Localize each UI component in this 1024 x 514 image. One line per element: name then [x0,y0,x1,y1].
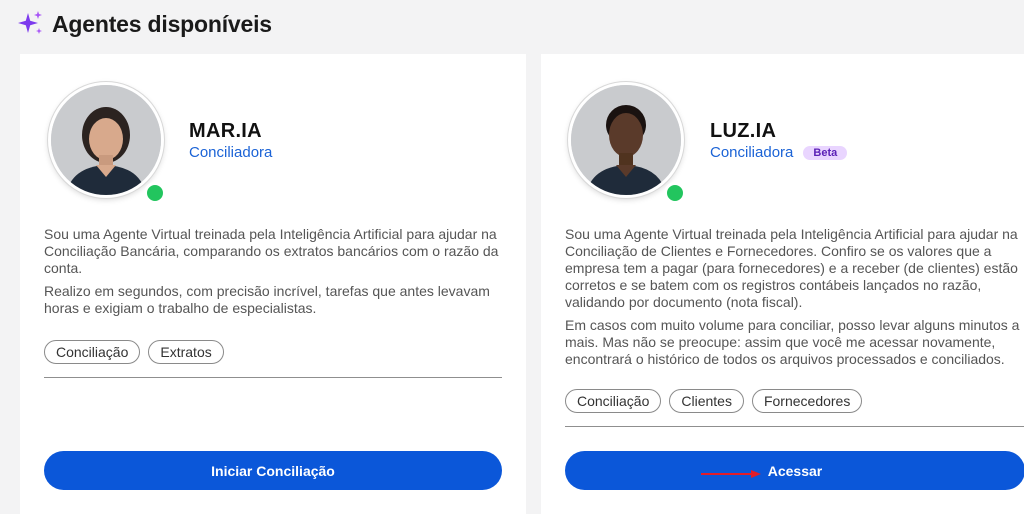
agent-role: Conciliadora [189,144,273,161]
sparkles-icon [18,11,44,37]
tag-conciliacao: Conciliação [565,389,662,413]
description-paragraph: Realizo em segundos, com precisão incrív… [44,283,490,316]
tag-list: Conciliação Clientes Fornecedores [565,389,863,413]
tag-list: Conciliação Extratos [44,340,224,364]
divider [565,426,1024,427]
description-paragraph: Sou uma Agente Virtual treinada pela Int… [565,226,1018,310]
start-conciliation-button[interactable]: Iniciar Conciliação [44,451,502,490]
beta-badge: Beta [803,145,848,160]
online-status-dot [664,182,686,204]
tag-extratos: Extratos [148,340,224,364]
annotation-arrow-icon [701,470,761,478]
agent-description: Sou uma Agente Virtual treinada pela Int… [565,226,1020,374]
tag-fornecedores: Fornecedores [751,389,863,413]
tag-conciliacao: Conciliação [44,340,141,364]
agent-card-maria: MAR.IA Conciliadora Sou uma Agente Virtu… [20,54,526,514]
online-status-dot [144,182,166,204]
agent-role: Conciliadora [710,144,794,161]
divider [44,377,502,378]
page-title: Agentes disponíveis [52,10,272,37]
tag-clientes: Clientes [669,389,744,413]
description-paragraph: Sou uma Agente Virtual treinada pela Int… [44,226,499,276]
access-button[interactable]: Acessar [565,451,1024,490]
agent-name: LUZ.IA [710,120,777,142]
agent-avatar [568,82,686,204]
agent-name: MAR.IA [189,120,262,142]
page-header: Agentes disponíveis [18,8,272,40]
agent-card-luzia: LUZ.IA Conciliadora Beta Sou uma Agente … [541,54,1024,514]
agent-role-row: Conciliadora Beta [710,144,848,161]
agent-avatar [48,82,166,204]
description-paragraph: Em casos com muito volume para conciliar… [565,317,1020,367]
avatar-image [48,82,164,198]
agent-description: Sou uma Agente Virtual treinada pela Int… [44,226,504,323]
agent-role-row: Conciliadora [189,144,272,161]
avatar-image [568,82,684,198]
